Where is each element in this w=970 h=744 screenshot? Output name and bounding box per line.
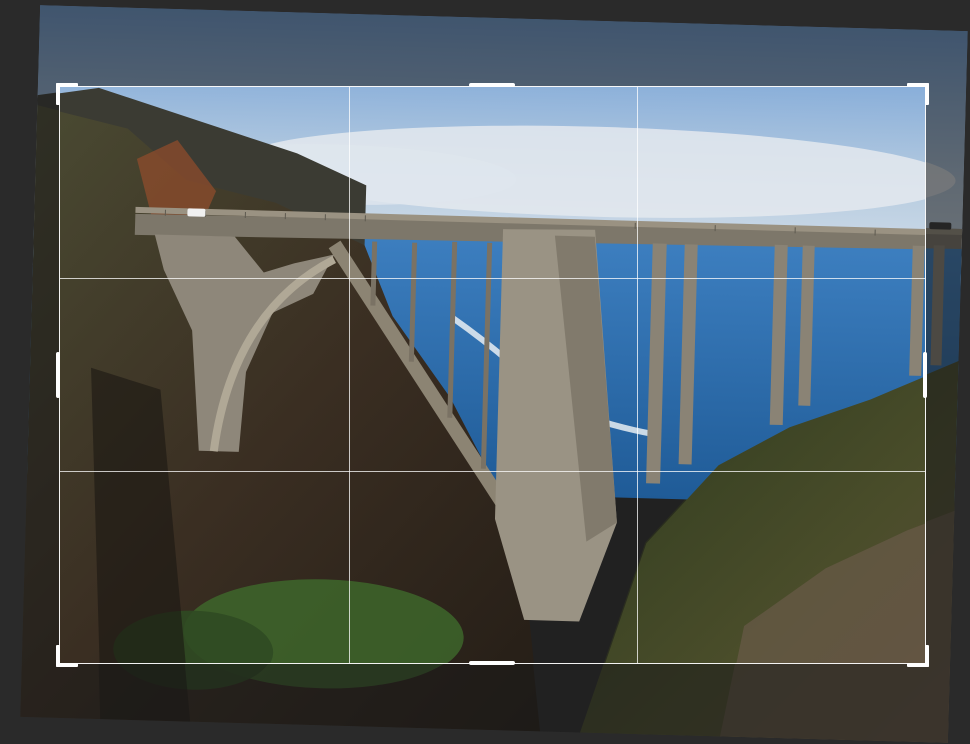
crop-area[interactable] (59, 86, 926, 664)
crop-handle-top-right[interactable] (907, 83, 929, 105)
crop-handle-top[interactable] (469, 83, 515, 87)
crop-handle-top-left[interactable] (56, 83, 78, 105)
crop-handle-left[interactable] (56, 352, 60, 398)
crop-handle-bottom-right[interactable] (907, 645, 929, 667)
crop-handle-bottom-left[interactable] (56, 645, 78, 667)
crop-handle-right[interactable] (923, 352, 927, 398)
photo-in-crop (59, 86, 926, 664)
grid-line-horizontal-1 (60, 278, 925, 279)
crop-editor-canvas (0, 0, 970, 744)
crop-handle-bottom[interactable] (469, 661, 515, 665)
grid-line-vertical-2 (637, 87, 638, 663)
grid-line-vertical-1 (349, 87, 350, 663)
photo-scene (59, 86, 926, 664)
grid-line-horizontal-2 (60, 471, 925, 472)
